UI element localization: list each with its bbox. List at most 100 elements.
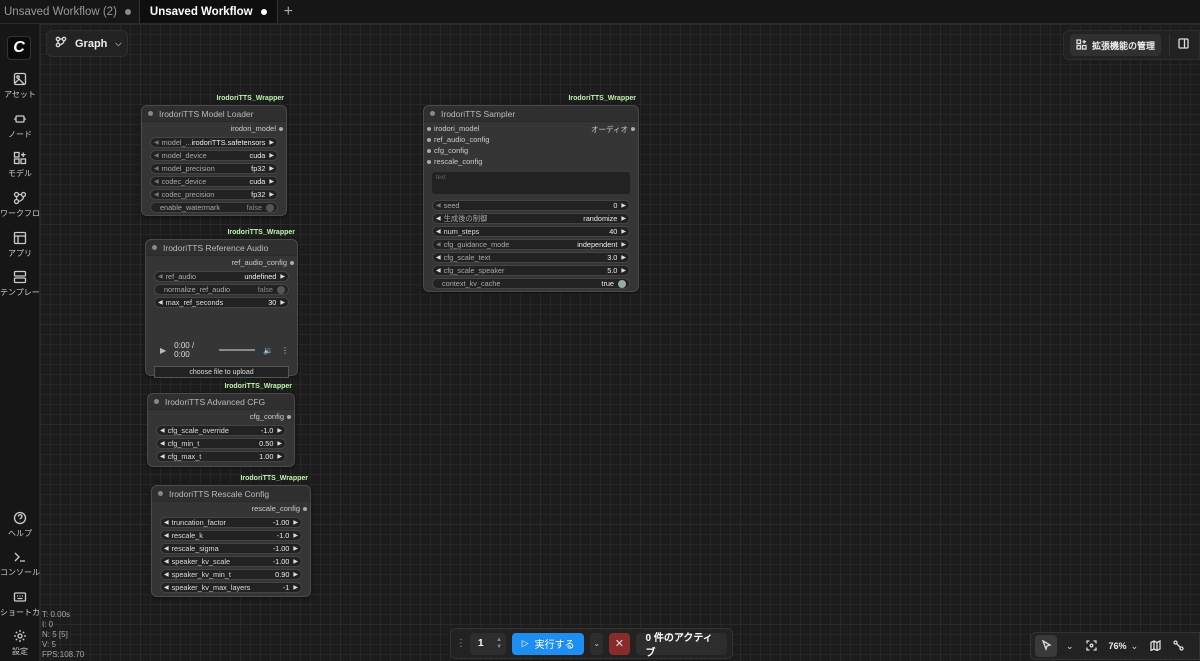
run-options-dropdown[interactable]: ⌄ (590, 632, 604, 655)
node-model-loader[interactable]: IrodoriTTS_Wrapper IrodoriTTS Model Load… (141, 95, 287, 216)
right-arrow-icon[interactable]: ▶ (269, 178, 274, 185)
right-arrow-icon[interactable]: ▶ (621, 241, 626, 248)
number-widget[interactable]: ◀ rescale_sigma -1.00 ▶ (160, 543, 302, 554)
toggle-panel-button[interactable] (1169, 34, 1191, 56)
input-slot-irodori-model[interactable]: irodori_model (424, 124, 479, 135)
drag-handle-icon[interactable]: ⋮⋮ (456, 638, 476, 649)
more-options-icon[interactable]: ⋮ (281, 346, 289, 355)
collapse-dot-icon[interactable] (154, 399, 159, 404)
number-widget[interactable]: ◀ num_steps 40 ▶ (432, 226, 630, 237)
collapse-dot-icon[interactable] (158, 491, 163, 496)
graph-mode-button[interactable]: Graph ⌵ (46, 30, 128, 57)
number-widget[interactable]: ◀ max_ref_seconds 30 ▶ (154, 297, 289, 308)
sidebar-item-apps[interactable]: アプリ (0, 231, 40, 259)
right-arrow-icon[interactable]: ▶ (277, 427, 282, 434)
toggle-widget[interactable]: enable_watermark false (150, 202, 278, 213)
zoom-dropdown[interactable]: 76% ⌄ (1106, 635, 1142, 657)
toggle-widget[interactable]: normalize_ref_audio false (154, 284, 289, 295)
sidebar-item-workflows[interactable]: ワークフロー (0, 191, 48, 219)
node-reference-audio[interactable]: IrodoriTTS_Wrapper IrodoriTTS Reference … (145, 229, 298, 378)
right-arrow-icon[interactable]: ▶ (293, 558, 298, 565)
comfy-logo[interactable]: C (7, 36, 31, 60)
select-mode-button[interactable] (1035, 635, 1057, 657)
output-slot[interactable]: cfg_config (148, 412, 294, 423)
toggle-widget[interactable]: context_kv_cache true (432, 278, 630, 289)
active-queue-button[interactable]: 0 件のアクティブ (635, 632, 728, 659)
right-arrow-icon[interactable]: ▶ (621, 215, 626, 222)
combo-widget[interactable]: ◀ codec_precision fp32 ▶ (150, 189, 278, 200)
collapse-dot-icon[interactable] (152, 245, 157, 250)
sidebar-item-models[interactable]: モデル (0, 151, 40, 179)
right-arrow-icon[interactable]: ▶ (280, 273, 285, 280)
sidebar-item-templates[interactable]: テンプレート (0, 270, 48, 298)
combo-widget[interactable]: ◀ model_... irodoriTTS.safetensors ▶ (150, 137, 278, 148)
number-widget[interactable]: ◀ speaker_kv_scale -1.00 ▶ (160, 556, 302, 567)
right-arrow-icon[interactable]: ▶ (293, 519, 298, 526)
node-title-bar[interactable]: IrodoriTTS Sampler (424, 106, 638, 122)
right-arrow-icon[interactable]: ▶ (293, 532, 298, 539)
combo-widget[interactable]: ◀ model_precision fp32 ▶ (150, 163, 278, 174)
right-arrow-icon[interactable]: ▶ (269, 139, 274, 146)
right-arrow-icon[interactable]: ▶ (277, 440, 282, 447)
collapse-dot-icon[interactable] (430, 111, 435, 116)
fit-view-button[interactable] (1083, 635, 1100, 657)
node-sampler[interactable]: IrodoriTTS_Wrapper IrodoriTTS Sampler ir… (423, 95, 639, 292)
right-arrow-icon[interactable]: ▶ (293, 571, 298, 578)
spinner-arrows-icon[interactable]: ▲ ▼ (496, 637, 502, 651)
play-icon[interactable]: ▶ (160, 346, 166, 355)
number-widget[interactable]: ◀ speaker_kv_min_t 0.90 ▶ (160, 569, 302, 580)
input-slot-cfg-config[interactable]: cfg_config (424, 146, 638, 157)
sidebar-item-help[interactable]: ヘルプ (0, 511, 40, 539)
sidebar-item-assets[interactable]: アセット (0, 72, 40, 100)
tab-unsaved-workflow[interactable]: Unsaved Workflow (138, 0, 278, 23)
right-arrow-icon[interactable]: ▶ (293, 545, 298, 552)
right-arrow-icon[interactable]: ▶ (277, 453, 282, 460)
node-title-bar[interactable]: IrodoriTTS Reference Audio (146, 240, 297, 256)
number-widget[interactable]: ◀ truncation_factor -1.00 ▶ (160, 517, 302, 528)
combo-widget[interactable]: ◀ codec_device cuda ▶ (150, 176, 278, 187)
collapse-dot-icon[interactable] (148, 111, 153, 116)
number-widget[interactable]: ◀ rescale_k -1.0 ▶ (160, 530, 302, 541)
right-arrow-icon[interactable]: ▶ (269, 165, 274, 172)
number-widget[interactable]: ◀ speaker_kv_max_layers -1 ▶ (160, 582, 302, 593)
new-tab-button[interactable]: + (278, 0, 299, 23)
right-arrow-icon[interactable]: ▶ (621, 254, 626, 261)
right-arrow-icon[interactable]: ▶ (621, 267, 626, 274)
number-widget[interactable]: ◀ cfg_scale_speaker 5.0 ▶ (432, 265, 630, 276)
manage-extensions-button[interactable]: 拡張機能の管理 (1070, 34, 1162, 56)
node-title-bar[interactable]: IrodoriTTS Rescale Config (152, 486, 310, 502)
right-arrow-icon[interactable]: ▶ (269, 152, 274, 159)
sidebar-item-settings[interactable]: 設定 (0, 629, 40, 657)
sidebar-item-nodes[interactable]: ノード (0, 112, 40, 140)
combo-widget[interactable]: ◀ model_device cuda ▶ (150, 150, 278, 161)
sidebar-item-console[interactable]: コンソール (0, 550, 40, 578)
input-slot-rescale-config[interactable]: rescale_config (424, 157, 638, 168)
cancel-button[interactable]: ✕ (609, 632, 630, 655)
combo-widget[interactable]: ◀ 生成後の制御 randomize ▶ (432, 213, 630, 224)
audio-progress-bar[interactable] (218, 349, 256, 351)
right-arrow-icon[interactable]: ▶ (293, 584, 298, 591)
output-slot[interactable]: ref_audio_config (146, 258, 297, 269)
combo-widget[interactable]: ◀ ref_audio undefined ▶ (154, 271, 289, 282)
number-widget[interactable]: ◀ cfg_scale_text 3.0 ▶ (432, 252, 630, 263)
node-title-bar[interactable]: IrodoriTTS Model Loader (142, 106, 286, 122)
right-arrow-icon[interactable]: ▶ (621, 228, 626, 235)
volume-icon[interactable]: 🔉 (263, 346, 273, 355)
number-widget[interactable]: ◀ seed 0 ▶ (432, 200, 630, 211)
sidebar-item-shortcuts[interactable]: ショートカット (0, 590, 56, 618)
batch-count-stepper[interactable]: 1 ▲ ▼ (470, 632, 507, 655)
link-visibility-button[interactable] (1170, 635, 1187, 657)
node-advanced-cfg[interactable]: IrodoriTTS_Wrapper IrodoriTTS Advanced C… (147, 383, 295, 467)
right-arrow-icon[interactable]: ▶ (269, 191, 274, 198)
mode-dropdown[interactable]: ⌄ (1063, 635, 1077, 657)
output-slot[interactable]: rescale_config (152, 504, 310, 515)
right-arrow-icon[interactable]: ▶ (621, 202, 626, 209)
run-button[interactable]: ▷ 実行する (512, 632, 585, 655)
text-input[interactable]: text (432, 172, 630, 194)
minimap-button[interactable] (1147, 635, 1164, 657)
number-widget[interactable]: ◀ cfg_min_t 0.50 ▶ (156, 438, 286, 449)
node-title-bar[interactable]: IrodoriTTS Advanced CFG (148, 394, 294, 410)
upload-button[interactable]: choose file to upload (154, 366, 289, 378)
tab-unsaved-workflow-2[interactable]: Unsaved Workflow (2) (0, 0, 139, 23)
output-slot[interactable]: irodori_model (142, 124, 286, 135)
